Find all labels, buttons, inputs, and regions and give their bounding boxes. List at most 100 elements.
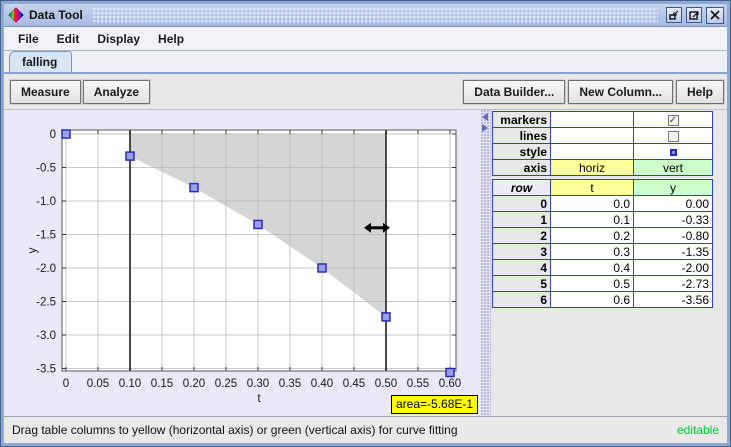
empty-cell[interactable] bbox=[550, 127, 634, 144]
menu-edit[interactable]: Edit bbox=[49, 29, 88, 49]
svg-text:0.55: 0.55 bbox=[407, 378, 429, 390]
svg-text:0.40: 0.40 bbox=[311, 378, 333, 390]
toolbar: Measure Analyze Data Builder... New Colu… bbox=[4, 74, 727, 110]
row-number: 5 bbox=[492, 275, 551, 292]
y-column-header[interactable]: y bbox=[633, 179, 713, 196]
svg-text:-3.5: -3.5 bbox=[36, 364, 56, 376]
table-row: 0 0.0 0.00 bbox=[492, 195, 713, 212]
split-divider[interactable] bbox=[481, 110, 491, 416]
status-bar: Drag table columns to yellow (horizontal… bbox=[4, 416, 727, 443]
area-readout: area=-5.68E-1 bbox=[391, 395, 479, 414]
svg-text:0.05: 0.05 bbox=[87, 378, 109, 390]
svg-text:0.25: 0.25 bbox=[215, 378, 237, 390]
measure-button[interactable]: Measure bbox=[10, 79, 81, 104]
table-row: 4 0.4 -2.00 bbox=[492, 259, 713, 276]
property-label: style bbox=[492, 143, 551, 160]
lines-toggle-cell[interactable] bbox=[633, 127, 713, 144]
y-value-cell[interactable]: -2.73 bbox=[633, 275, 713, 292]
svg-text:-0.5: -0.5 bbox=[36, 163, 56, 175]
maximize-button[interactable] bbox=[686, 7, 702, 23]
t-value-cell[interactable]: 0.4 bbox=[550, 259, 634, 276]
style-cell[interactable] bbox=[633, 143, 713, 160]
marker-style-icon[interactable] bbox=[669, 148, 677, 156]
window-title: Data Tool bbox=[29, 8, 83, 22]
empty-cell[interactable] bbox=[550, 111, 634, 128]
svg-text:0.15: 0.15 bbox=[151, 378, 173, 390]
plot-panel[interactable]: 0 0.05 0.10 0.15 0.20 0.25 0.30 0.35 0.40 0.45 0.5… bbox=[4, 110, 481, 416]
table-row: 1 0.1 -0.33 bbox=[492, 211, 713, 228]
data-table: row t y 0 0.0 0.00 1 0.1 -0.33 2 0.2 -0.80 3 0.3 -1… bbox=[492, 179, 713, 308]
titlebar-texture bbox=[92, 7, 658, 23]
svg-text:0.30: 0.30 bbox=[247, 378, 269, 390]
markers-toggle-cell[interactable]: ✓ bbox=[633, 111, 713, 128]
axis-vert-cell[interactable]: vert bbox=[633, 159, 713, 176]
close-button[interactable] bbox=[706, 6, 724, 24]
svg-text:-3.0: -3.0 bbox=[36, 330, 56, 342]
svg-text:-2.5: -2.5 bbox=[36, 297, 56, 309]
property-row-markers: markers ✓ bbox=[492, 111, 713, 128]
svg-text:-1.0: -1.0 bbox=[36, 196, 56, 208]
checkbox-checked-icon[interactable]: ✓ bbox=[667, 114, 679, 126]
analyze-button[interactable]: Analyze bbox=[82, 79, 151, 104]
menu-file[interactable]: File bbox=[10, 29, 47, 49]
data-tool-window: Data Tool File Edit Display Help falling… bbox=[0, 0, 731, 447]
property-table-body: markers ✓ lines style axis horiz vert bbox=[492, 111, 713, 176]
property-label: markers bbox=[492, 111, 551, 128]
plot-svg[interactable]: 0 0.05 0.10 0.15 0.20 0.25 0.30 0.35 0.40 0.45 0.5… bbox=[4, 110, 481, 415]
menu-bar: File Edit Display Help bbox=[4, 27, 727, 51]
t-value-cell[interactable]: 0.0 bbox=[550, 195, 634, 212]
y-value-cell[interactable]: -1.35 bbox=[633, 243, 713, 260]
empty-cell[interactable] bbox=[550, 143, 634, 160]
main-split-pane: 0 0.05 0.10 0.15 0.20 0.25 0.30 0.35 0.40 0.45 0.5… bbox=[4, 110, 727, 416]
editable-status: editable bbox=[676, 423, 719, 437]
row-number: 3 bbox=[492, 243, 551, 260]
table-panel: markers ✓ lines style axis horiz vert row t y … bbox=[491, 110, 727, 416]
t-value-cell[interactable]: 0.6 bbox=[550, 291, 634, 308]
status-hint: Drag table columns to yellow (horizontal… bbox=[12, 423, 458, 437]
svg-text:y: y bbox=[25, 248, 39, 254]
property-row-axis: axis horiz vert bbox=[492, 159, 713, 176]
row-number: 2 bbox=[492, 227, 551, 244]
table-row: 6 0.6 -3.56 bbox=[492, 291, 713, 308]
svg-text:0.35: 0.35 bbox=[279, 378, 301, 390]
svg-text:0.10: 0.10 bbox=[119, 378, 141, 390]
checkbox-unchecked-icon[interactable] bbox=[667, 130, 679, 142]
y-value-cell[interactable]: -2.00 bbox=[633, 259, 713, 276]
data-builder-button[interactable]: Data Builder... bbox=[463, 79, 566, 104]
y-value-cell[interactable]: -0.33 bbox=[633, 211, 713, 228]
iconify-button[interactable] bbox=[666, 7, 682, 23]
t-column-header[interactable]: t bbox=[550, 179, 634, 196]
property-table: markers ✓ lines style axis horiz vert bbox=[492, 111, 713, 176]
y-value-cell[interactable]: -0.80 bbox=[633, 227, 713, 244]
axis-horiz-cell[interactable]: horiz bbox=[550, 159, 634, 176]
row-column-header[interactable]: row bbox=[492, 179, 551, 196]
table-row: 2 0.2 -0.80 bbox=[492, 227, 713, 244]
property-label: axis bbox=[492, 159, 551, 176]
y-value-cell[interactable]: -3.56 bbox=[633, 291, 713, 308]
table-row: 3 0.3 -1.35 bbox=[492, 243, 713, 260]
svg-text:0.60: 0.60 bbox=[439, 378, 461, 390]
data-table-body: 0 0.0 0.00 1 0.1 -0.33 2 0.2 -0.80 3 0.3 -1.35 4 0.4-… bbox=[492, 195, 713, 308]
collapse-right-icon[interactable] bbox=[482, 124, 488, 132]
app-logo-icon bbox=[8, 7, 24, 23]
tab-bar: falling bbox=[4, 51, 727, 74]
property-row-lines: lines bbox=[492, 127, 713, 144]
t-value-cell[interactable]: 0.3 bbox=[550, 243, 634, 260]
svg-text:-1.5: -1.5 bbox=[36, 230, 56, 242]
t-value-cell[interactable]: 0.5 bbox=[550, 275, 634, 292]
row-number: 0 bbox=[492, 195, 551, 212]
title-bar[interactable]: Data Tool bbox=[4, 4, 727, 27]
collapse-left-icon[interactable] bbox=[482, 113, 488, 121]
y-value-cell[interactable]: 0.00 bbox=[633, 195, 713, 212]
property-label: lines bbox=[492, 127, 551, 144]
tab-falling[interactable]: falling bbox=[9, 51, 73, 72]
svg-text:0.20: 0.20 bbox=[183, 378, 205, 390]
t-value-cell[interactable]: 0.1 bbox=[550, 211, 634, 228]
menu-display[interactable]: Display bbox=[89, 29, 148, 49]
table-row: 5 0.5 -2.73 bbox=[492, 275, 713, 292]
t-value-cell[interactable]: 0.2 bbox=[550, 227, 634, 244]
menu-help[interactable]: Help bbox=[150, 29, 192, 49]
help-button[interactable]: Help bbox=[675, 79, 724, 104]
row-number: 1 bbox=[492, 211, 551, 228]
new-column-button[interactable]: New Column... bbox=[568, 79, 673, 104]
